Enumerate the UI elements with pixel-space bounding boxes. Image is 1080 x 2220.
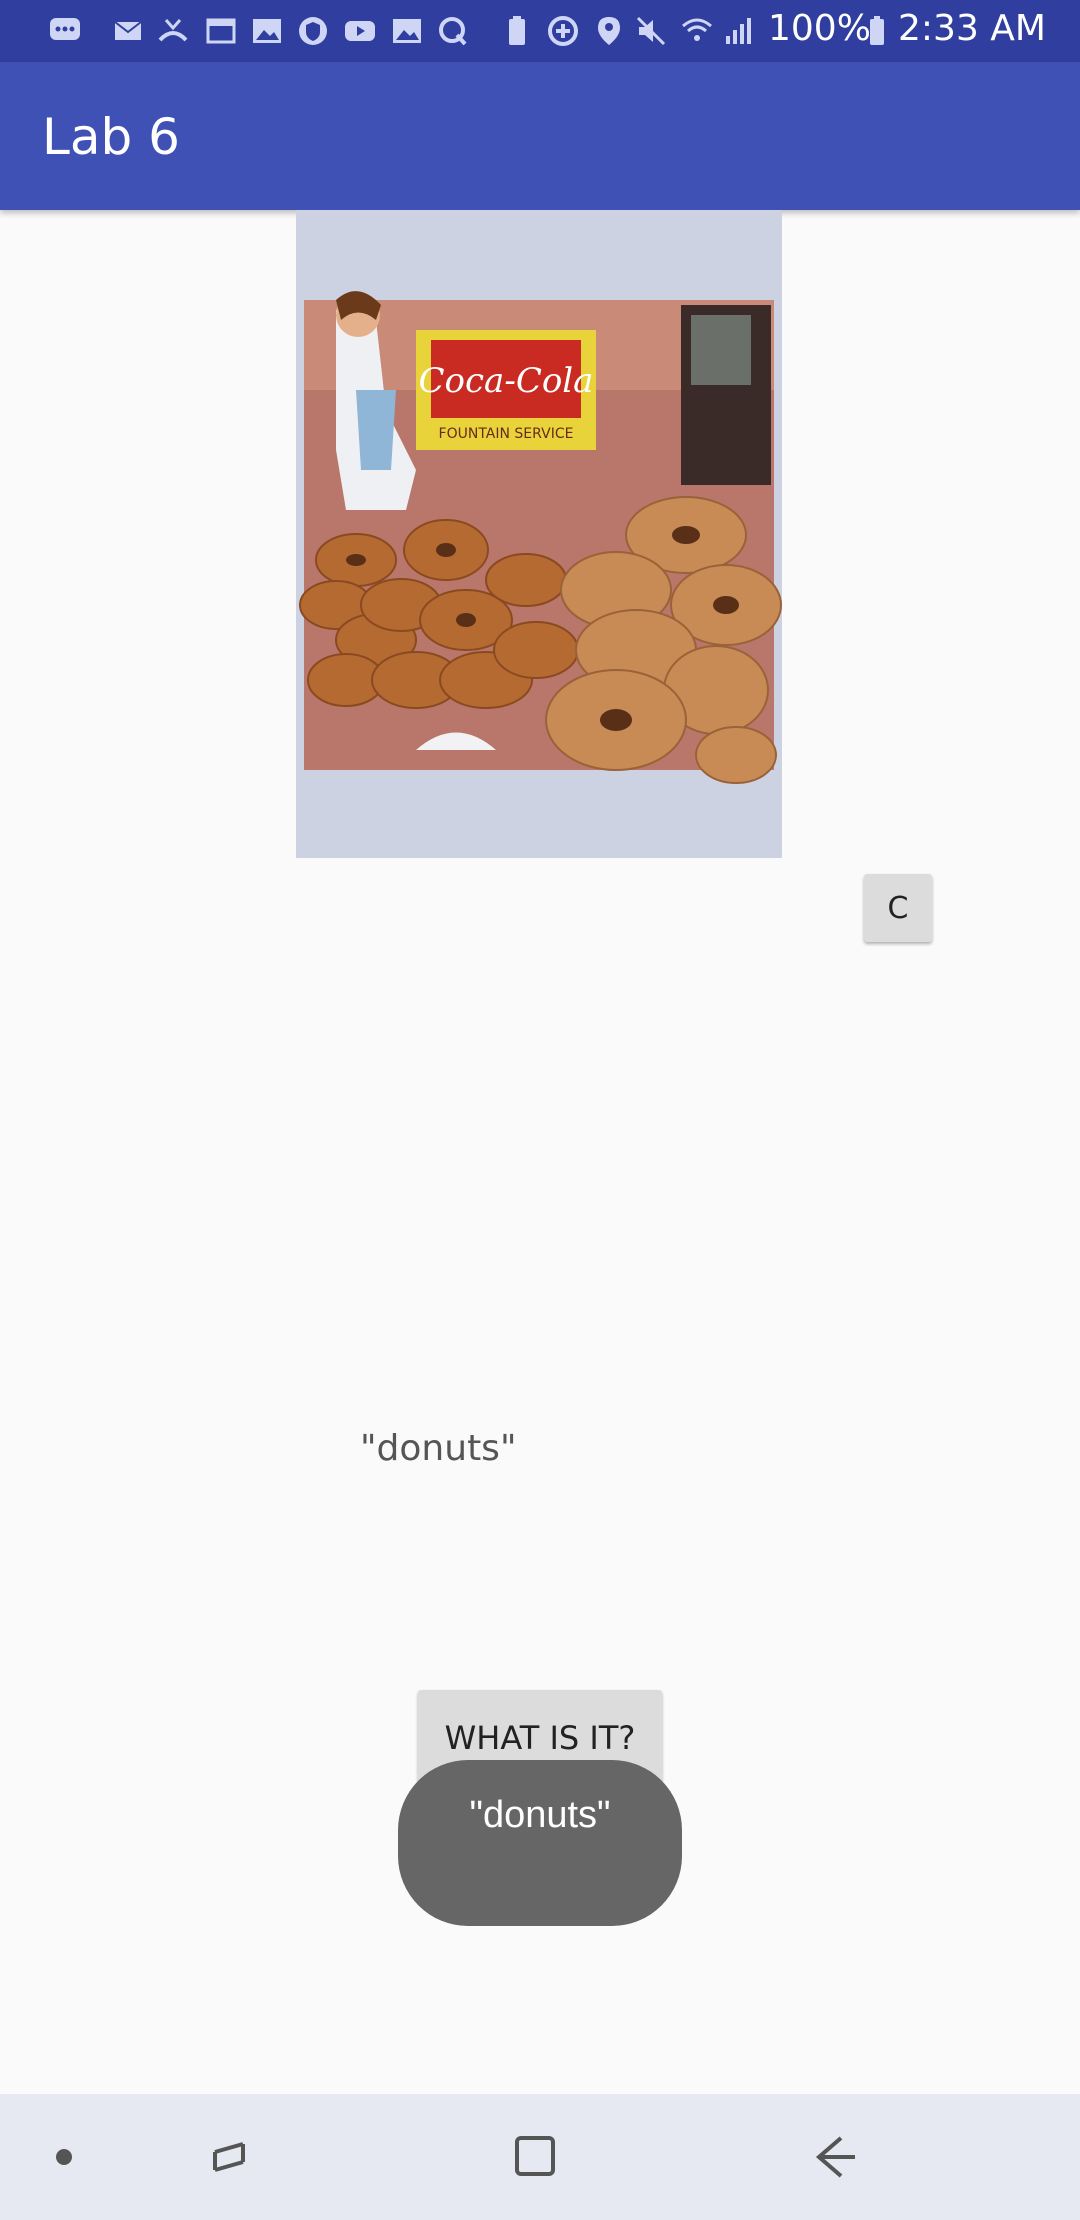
c-button[interactable]: C xyxy=(864,874,932,942)
gallery-icon xyxy=(390,14,424,48)
signal-icon xyxy=(722,14,756,48)
shield-icon xyxy=(296,14,330,48)
battery-icon xyxy=(860,14,894,48)
home-icon[interactable] xyxy=(506,2132,566,2182)
status-bar: 100% 2:33 AM xyxy=(0,0,1080,62)
location-icon xyxy=(592,14,626,48)
battery-percentage: 100% xyxy=(768,8,871,49)
data-saver-icon xyxy=(546,14,580,48)
mail-icon xyxy=(112,14,146,48)
app-title: Lab 6 xyxy=(42,108,180,166)
image-icon xyxy=(250,14,284,48)
dot-indicator-icon xyxy=(34,2132,94,2182)
missed-call-icon xyxy=(156,14,190,48)
storage-icon xyxy=(500,14,534,48)
app-bar: Lab 6 xyxy=(0,62,1080,210)
wifi-icon xyxy=(680,14,714,48)
toast-message: "donuts" xyxy=(398,1760,682,1926)
navigation-bar xyxy=(0,2094,1080,2220)
messages-icon xyxy=(48,14,82,48)
toast-text: "donuts" xyxy=(469,1794,611,1836)
window-icon xyxy=(204,14,238,48)
back-icon[interactable] xyxy=(806,2132,866,2182)
recent-apps-icon[interactable] xyxy=(204,2132,264,2182)
coca-cola-sign-text: Coca-Cola xyxy=(419,361,594,401)
svg-text:FOUNTAIN SERVICE: FOUNTAIN SERVICE xyxy=(439,426,574,442)
mute-icon xyxy=(634,14,668,48)
q-icon xyxy=(436,14,470,48)
donuts-photo: Coca-Cola FOUNTAIN SERVICE xyxy=(296,210,782,858)
result-text: "donuts" xyxy=(360,1428,517,1469)
youtube-icon xyxy=(343,14,377,48)
clock: 2:33 AM xyxy=(898,8,1046,49)
